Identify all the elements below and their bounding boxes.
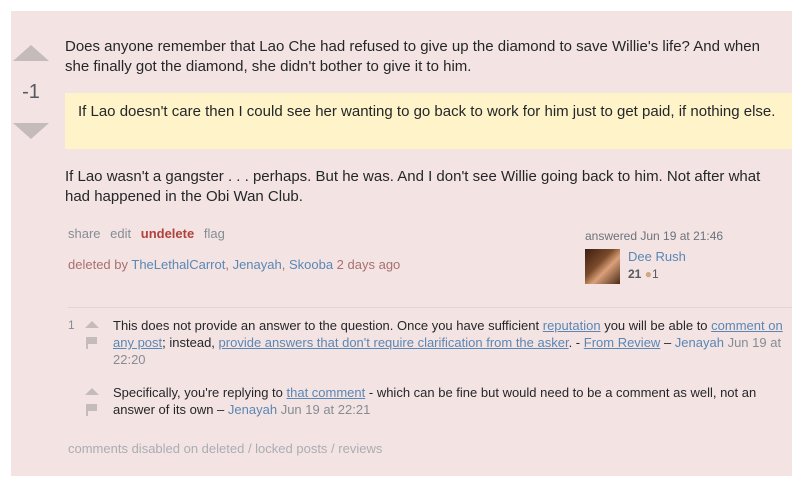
user-name-link[interactable]: Dee Rush [628, 249, 686, 264]
upvote-arrow-icon[interactable] [13, 45, 49, 61]
flag-link[interactable]: flag [204, 226, 225, 241]
comment-text: This does not provide an answer to the q… [113, 318, 783, 367]
undelete-link[interactable]: undelete [141, 226, 194, 241]
share-link[interactable]: share [68, 226, 101, 241]
deleted-time: 2 days ago [336, 257, 401, 272]
comments-disabled-notice: comments disabled on deleted / locked po… [68, 441, 383, 456]
deleter-link[interactable]: Skooba [289, 257, 333, 272]
comment-flag-icon[interactable] [86, 404, 97, 416]
reputation: 21 ●1 [628, 267, 659, 281]
provide-answers-link[interactable]: provide answers that don't require clari… [219, 335, 569, 350]
answered-timestamp: answered Jun 19 at 21:46 [585, 229, 724, 243]
deleter-link[interactable]: Jenayah [233, 257, 282, 272]
bronze-badge-icon: ● [644, 267, 652, 281]
deleted-by-prefix: deleted by [68, 257, 132, 272]
vote-score: -1 [22, 81, 40, 103]
comment-user-link[interactable]: Jenayah [228, 402, 277, 417]
answer-paragraph-2: If Lao wasn't a gangster . . . perhaps. … [65, 168, 761, 205]
that-comment-link[interactable]: that comment [287, 385, 366, 400]
downvote-arrow-icon[interactable] [13, 123, 49, 139]
deleted-by-notice: deleted by TheLethalCarrot, Jenayah, Sko… [68, 257, 401, 272]
deleted-answer: -1 Does anyone remember that Lao Che had… [11, 11, 792, 476]
avatar[interactable] [585, 249, 620, 284]
blockquote: If Lao doesn't care then I could see her… [65, 93, 792, 149]
vote-column: -1 [11, 11, 63, 161]
from-review-link[interactable]: From Review [584, 335, 661, 350]
badge-count: 1 [651, 267, 659, 281]
deleter-link[interactable]: TheLethalCarrot [131, 257, 225, 272]
edit-link[interactable]: edit [110, 226, 131, 241]
comment-upvote-icon[interactable] [85, 321, 99, 328]
user-card: answered Jun 19 at 21:46 Dee Rush 21 ●1 [585, 229, 785, 284]
reputation-score: 21 [628, 267, 642, 281]
comment-user-link[interactable]: Jenayah [675, 335, 724, 350]
comment-upvote-icon[interactable] [85, 388, 99, 395]
comment-date: Jun 19 at 22:21 [280, 402, 371, 417]
comment-text: Specifically, you're replying to that co… [113, 385, 757, 417]
answer-paragraph-1: Does anyone remember that Lao Che had re… [65, 38, 760, 75]
post-menu: share edit undelete flag [68, 226, 231, 241]
comment-flag-icon[interactable] [86, 337, 97, 349]
comments-divider [68, 307, 792, 308]
comment-score: 1 [68, 318, 75, 332]
reputation-link[interactable]: reputation [543, 318, 601, 333]
